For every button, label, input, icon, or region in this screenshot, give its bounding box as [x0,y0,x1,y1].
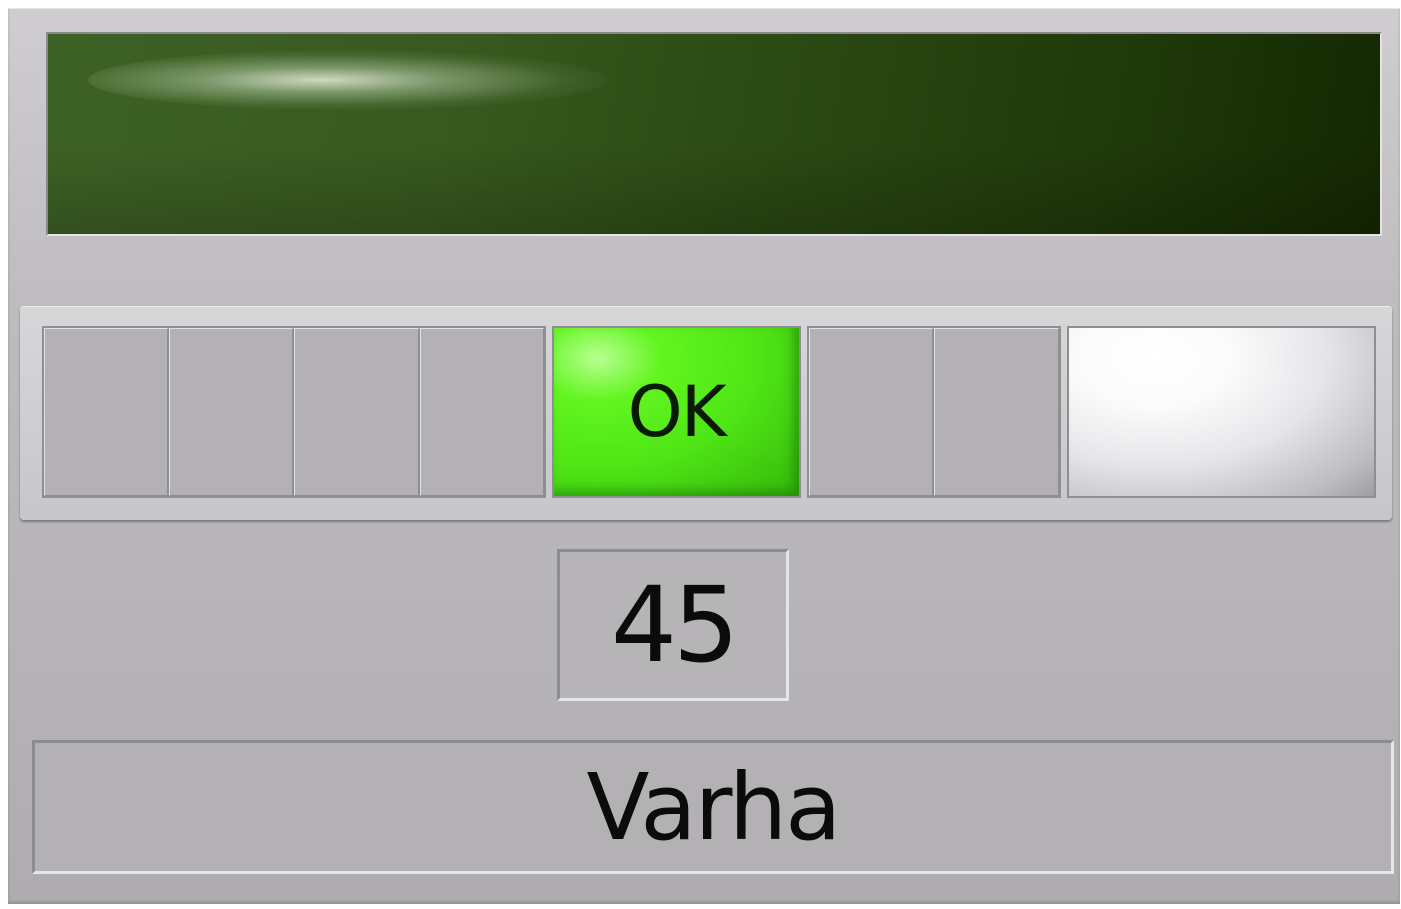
status-bar: OK [42,326,1376,498]
status-bar-frame: OK [20,306,1392,520]
status-segment-off [169,328,295,496]
status-segment-off [44,328,170,496]
status-segment-off [808,328,935,496]
status-segments-right [806,326,1062,498]
ok-status-button[interactable]: OK [551,326,801,498]
status-segment-off [419,328,544,496]
ok-label: OK [627,371,727,453]
value-number: 45 [610,564,739,686]
control-panel: OK 45 Varha [8,8,1400,904]
status-segments-left [42,326,546,498]
name-display: Varha [32,740,1394,874]
status-segment-off [294,328,420,496]
white-indicator-lamp [1067,326,1376,498]
lcd-shade [48,144,1380,234]
name-label: Varha [586,753,841,861]
value-display: 45 [557,549,789,701]
lcd-glare [88,50,608,110]
status-segment-off [934,328,1060,496]
lcd-display [46,32,1382,236]
